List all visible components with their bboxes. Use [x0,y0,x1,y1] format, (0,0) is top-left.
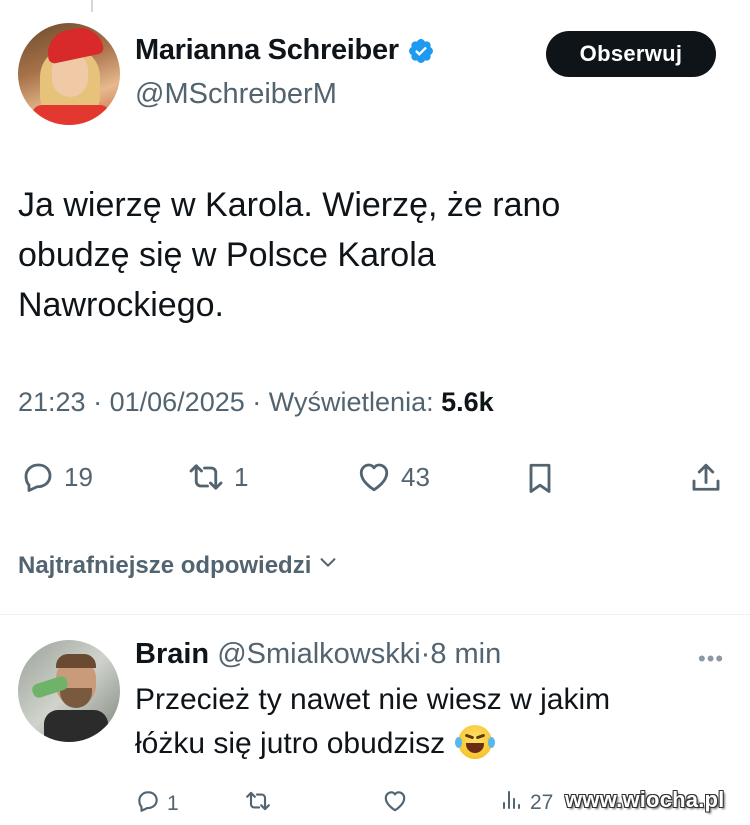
reply-views-count: 27 [530,791,554,814]
tweet-meta: 21:23 · 01/06/2025 · Wyświetlenia: 5.6k [18,387,494,418]
reply-icon [135,788,161,820]
more-options-icon[interactable]: ••• [698,646,724,672]
heart-icon [381,788,409,820]
tweet-time[interactable]: 21:23 [18,387,86,417]
like-count: 43 [401,461,430,492]
author-display-name[interactable]: Marianna Schreiber [135,34,399,67]
replies-sort-label: Najtrafniejsze odpowiedzi [18,551,312,579]
follow-button[interactable]: Obserwuj [546,31,716,77]
tweet-text: Ja wierzę w Karola. Wierzę, że rano obud… [18,186,561,324]
views-label: Wyświetlenia: [268,387,434,417]
tweet-date[interactable]: 01/06/2025 [110,387,245,417]
bookmark-icon [522,459,558,497]
replies-sort-selector[interactable]: Najtrafniejsze odpowiedzi [18,551,339,580]
author-name-row: Marianna Schreiber [135,34,435,67]
views-chart-icon [500,788,524,818]
reply-author-handle[interactable]: @Smialkowskki [217,638,420,670]
bookmark-button[interactable] [522,459,558,497]
reply-text: Przecież ty nawet nie wiesz w jakim łóżk… [135,683,611,760]
verified-badge-icon [407,37,435,65]
reply-reply-count: 1 [167,792,179,815]
reply-author-name[interactable]: Brain [135,638,209,670]
reply-repost-button[interactable] [244,788,272,820]
author-handle[interactable]: @MSchreiberM [135,78,337,111]
reply-separator: · [420,638,431,670]
reply-views[interactable]: 27 [500,788,553,818]
reply-button[interactable]: 19 [20,459,93,495]
reply-header: Brain @Smialkowskki·8 min [135,638,501,671]
divider [0,614,750,615]
repost-icon [186,459,226,495]
heart-icon [355,459,393,495]
reply-icon [20,459,56,495]
reply-author-avatar[interactable] [18,640,120,742]
reply-reply-button[interactable]: 1 [135,788,179,820]
share-button[interactable] [688,459,724,497]
meta-separator: · [93,387,103,417]
chevron-down-icon [317,551,339,580]
repost-count: 1 [234,461,249,492]
share-icon [688,459,724,497]
reply-text-container: Przecież ty nawet nie wiesz w jakim łóżk… [135,678,725,766]
watermark: www.wiocha.pl [565,787,725,812]
reply-count: 19 [64,461,93,492]
author-avatar[interactable] [18,23,120,125]
reply-like-button[interactable] [381,788,409,820]
like-button[interactable]: 43 [355,459,430,495]
repost-button[interactable]: 1 [186,459,248,495]
views-count: 5.6k [441,387,494,417]
thread-connector-line [91,0,93,12]
reply-time[interactable]: 8 min [430,638,501,670]
repost-icon [244,788,272,820]
tears-of-joy-emoji-icon [454,725,495,759]
meta-separator: · [252,387,262,417]
